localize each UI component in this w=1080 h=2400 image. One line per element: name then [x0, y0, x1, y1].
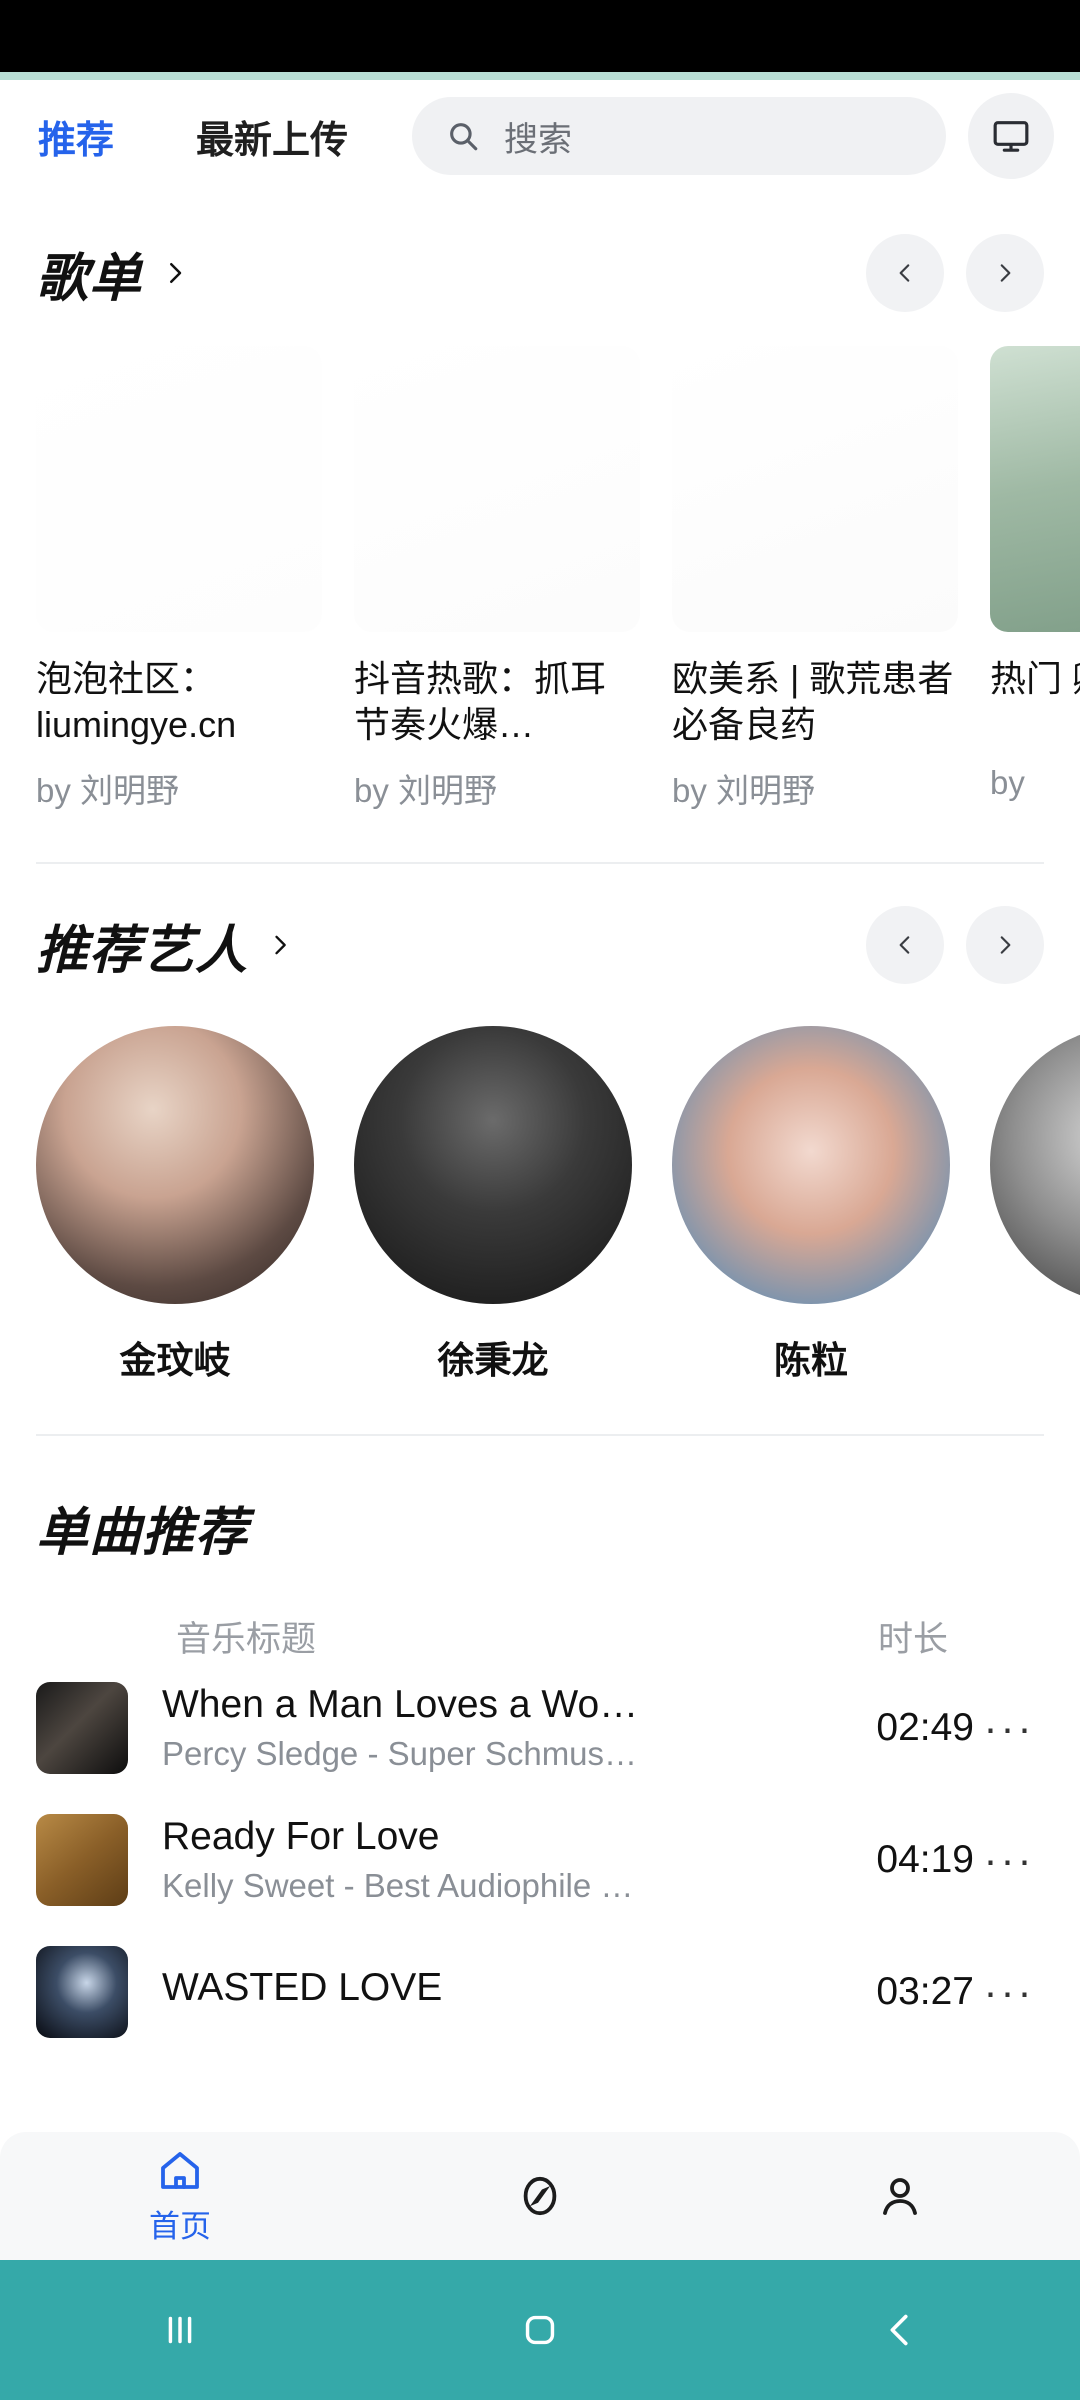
song-more-button[interactable]: ···	[974, 1836, 1044, 1884]
playlist-section-title[interactable]: 歌单	[36, 236, 142, 311]
playlist-prev-button[interactable]	[866, 234, 944, 312]
nav-item-home[interactable]: 首页	[0, 2147, 360, 2246]
column-header-duration: 时长	[877, 1620, 948, 1659]
compass-icon	[523, 2176, 557, 2216]
playlist-title: 欧美系 | 歌荒患者必备良药	[672, 658, 954, 745]
artist-carousel[interactable]: 金玟岐 徐秉龙 陈粒	[0, 1026, 1080, 1384]
app-header: 推荐 最新上传 搜索	[0, 80, 1080, 192]
artist-next-button[interactable]	[966, 906, 1044, 984]
tab-recommend[interactable]: 推荐	[26, 103, 126, 170]
nav-item-home-label: 首页	[149, 2208, 211, 2244]
table-row[interactable]: Ready For Love Kelly Sweet - Best Audiop…	[0, 1794, 1080, 1926]
playlist-carousel-controls	[866, 234, 1044, 312]
accent-line	[0, 72, 1080, 80]
artist-name: 徐秉龙	[437, 1340, 549, 1381]
song-meta: When a Man Loves a Wo… Percy Sledge - Su…	[162, 1683, 850, 1773]
artist-name: 陈粒	[774, 1340, 848, 1381]
artist-item[interactable]	[990, 1026, 1080, 1384]
song-subtitle: Kelly Sweet - Best Audiophile …	[162, 1867, 634, 1904]
chevron-left-icon	[899, 936, 910, 954]
artist-section-header: 推荐艺人	[0, 906, 1080, 984]
song-cover	[36, 1682, 128, 1774]
playlist-cover	[36, 346, 322, 632]
monitor-icon	[993, 121, 1029, 152]
playlist-cover	[990, 346, 1080, 632]
android-recents-button[interactable]	[0, 2307, 360, 2353]
column-header-title: 音乐标题	[176, 1620, 317, 1659]
status-bar	[0, 0, 1080, 72]
home-icon	[161, 2151, 199, 2189]
home-square-icon	[525, 2315, 555, 2345]
song-more-button[interactable]: ···	[974, 1968, 1044, 2016]
playlist-title: 热门 卿子	[990, 658, 1080, 699]
nav-item-profile[interactable]	[720, 2172, 1080, 2220]
search-placeholder: 搜索	[504, 120, 573, 159]
android-home-button[interactable]	[360, 2307, 720, 2353]
artist-carousel-controls	[866, 906, 1044, 984]
chevron-right-icon[interactable]	[266, 927, 294, 963]
song-duration: 02:49	[876, 1706, 974, 1749]
artist-prev-button[interactable]	[866, 906, 944, 984]
avatar	[354, 1026, 632, 1304]
playlist-next-button[interactable]	[966, 234, 1044, 312]
artist-item[interactable]: 徐秉龙	[354, 1026, 632, 1384]
table-row[interactable]: When a Man Loves a Wo… Percy Sledge - Su…	[0, 1662, 1080, 1794]
table-row[interactable]: WASTED LOVE 03:27 ···	[0, 1926, 1080, 2058]
avatar	[36, 1026, 314, 1304]
song-meta: Ready For Love Kelly Sweet - Best Audiop…	[162, 1815, 850, 1905]
back-chevron-icon	[890, 2314, 908, 2346]
song-cover	[36, 1814, 128, 1906]
person-icon	[883, 2178, 917, 2215]
chevron-right-icon	[1000, 936, 1011, 954]
android-back-button[interactable]	[720, 2307, 1080, 2353]
playlist-card[interactable]: 欧美系 | 歌荒患者必备良药 by 刘明野	[672, 346, 958, 812]
section-divider	[36, 1434, 1044, 1436]
recents-icon	[168, 2316, 192, 2344]
artist-item[interactable]: 金玟岐	[36, 1026, 314, 1384]
artist-section-title[interactable]: 推荐艺人	[36, 908, 248, 983]
playlist-cover	[354, 346, 640, 632]
playlist-author: by 刘明野	[354, 772, 498, 809]
playlist-title: 泡泡社区：liumingye.cn	[36, 658, 237, 745]
nav-item-discover[interactable]	[360, 2172, 720, 2220]
playlist-section-header: 歌单	[0, 234, 1080, 312]
bottom-navigation: 首页	[0, 2132, 1080, 2260]
song-title: Ready For Love	[162, 1815, 440, 1858]
song-duration: 03:27	[876, 1970, 974, 2013]
playlist-carousel[interactable]: 泡泡社区：liumingye.cn by 刘明野 抖音热歌：抓耳节奏火爆… by…	[0, 346, 1080, 812]
search-input[interactable]: 搜索	[412, 97, 946, 175]
cast-button[interactable]	[968, 93, 1054, 179]
android-navigation-bar	[0, 2260, 1080, 2400]
section-divider	[36, 862, 1044, 864]
song-subtitle: Percy Sledge - Super Schmus…	[162, 1735, 638, 1772]
songs-section-title: 单曲推荐	[36, 1504, 249, 1562]
search-icon	[450, 123, 478, 151]
app-screen: 推荐 最新上传 搜索 歌单 泡泡社区：liumingye.cn by 刘明野 抖…	[0, 0, 1080, 2400]
playlist-author: by 刘明野	[36, 772, 180, 809]
song-duration: 04:19	[876, 1838, 974, 1881]
song-more-button[interactable]: ···	[974, 1704, 1044, 1752]
chevron-right-icon[interactable]	[160, 254, 190, 292]
artist-name: 金玟岐	[119, 1340, 231, 1381]
tab-latest-upload[interactable]: 最新上传	[184, 103, 360, 170]
playlist-author: by 刘明野	[672, 772, 816, 809]
song-meta: WASTED LOVE	[162, 1966, 850, 2018]
playlist-title: 抖音热歌：抓耳节奏火爆…	[354, 658, 607, 745]
playlist-cover	[672, 346, 958, 632]
playlist-card[interactable]: 热门 卿子 by	[990, 346, 1080, 812]
chevron-left-icon	[899, 264, 910, 282]
playlist-card[interactable]: 泡泡社区：liumingye.cn by 刘明野	[36, 346, 322, 812]
songs-column-headers: 音乐标题 时长	[0, 1611, 1080, 1662]
chevron-right-icon	[1000, 264, 1011, 282]
song-title: WASTED LOVE	[162, 1966, 443, 2009]
playlist-card[interactable]: 抖音热歌：抓耳节奏火爆… by 刘明野	[354, 346, 640, 812]
avatar	[672, 1026, 950, 1304]
song-title: When a Man Loves a Wo…	[162, 1683, 639, 1726]
playlist-author: by	[990, 764, 1025, 801]
avatar	[990, 1026, 1080, 1304]
song-cover	[36, 1946, 128, 2038]
artist-item[interactable]: 陈粒	[672, 1026, 950, 1384]
